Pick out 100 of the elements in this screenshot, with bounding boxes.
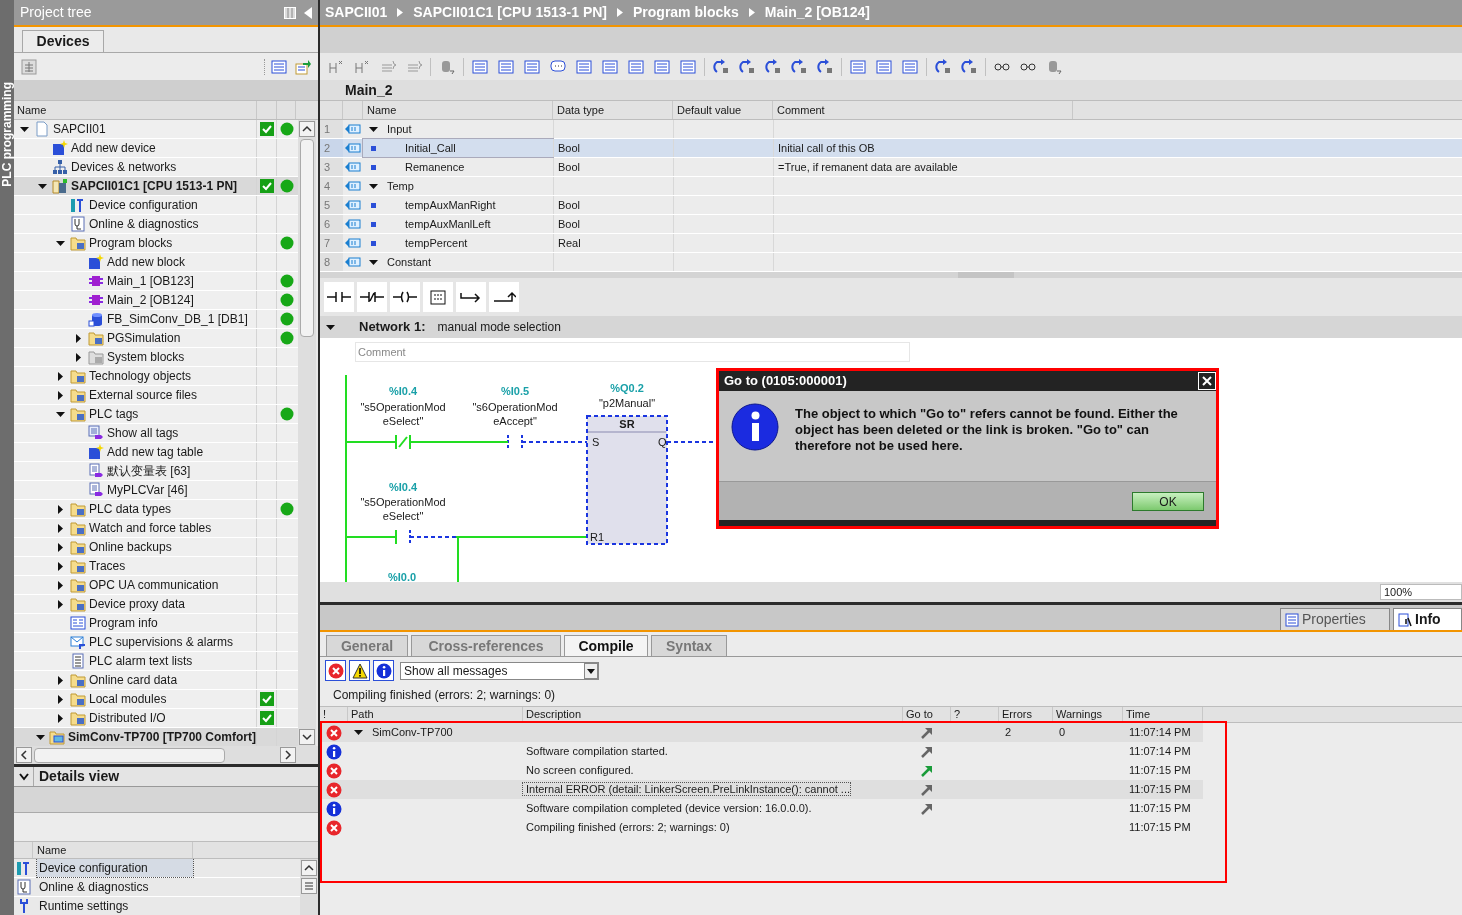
tree-row[interactable]: Device configuration bbox=[14, 196, 298, 215]
tree-row[interactable]: MyPLCVar [46] bbox=[14, 481, 298, 500]
network-title[interactable]: manual mode selection bbox=[437, 318, 561, 336]
expand-toggle[interactable] bbox=[19, 124, 29, 134]
tree-row[interactable]: Devices & networks bbox=[14, 158, 298, 177]
filter-button[interactable] bbox=[325, 660, 346, 681]
tree-row[interactable]: PLC data types bbox=[14, 500, 298, 519]
message-row[interactable]: SimConv-TP700 2 0 11:07:14 PM bbox=[320, 723, 1203, 742]
close-button[interactable] bbox=[1198, 372, 1216, 390]
expand-toggle[interactable] bbox=[55, 542, 65, 552]
table-row[interactable]: 3 Remanence Bool =True, if remanent data are available bbox=[320, 158, 1462, 177]
expand-toggle[interactable] bbox=[37, 181, 47, 191]
tree-row[interactable]: Online & diagnostics bbox=[14, 215, 298, 234]
table-row[interactable]: 6 tempAuxManlLeft Bool bbox=[320, 215, 1462, 234]
scrollbar[interactable] bbox=[300, 859, 318, 915]
expand-toggle[interactable] bbox=[55, 561, 65, 571]
tree-row[interactable]: Add new tag table bbox=[14, 443, 298, 462]
tree-row[interactable]: System blocks bbox=[14, 348, 298, 367]
message-row[interactable]: Software compilation started. 11:07:14 PM bbox=[320, 742, 1203, 761]
tree-row[interactable]: PLC alarm text lists bbox=[14, 652, 298, 671]
contact-symbol[interactable] bbox=[507, 434, 523, 450]
zoom-field[interactable]: 100% bbox=[1380, 584, 1462, 600]
tree-row[interactable]: FB_SimConv_DB_1 [DB1] bbox=[14, 310, 298, 329]
expand-toggle[interactable] bbox=[55, 599, 65, 609]
expand-toggle[interactable] bbox=[55, 504, 65, 514]
expand-toggle[interactable] bbox=[55, 713, 65, 723]
tree-row[interactable]: Watch and force tables bbox=[14, 519, 298, 538]
tree-row[interactable]: Online card data bbox=[14, 671, 298, 690]
tree-row[interactable]: OPC UA communication bbox=[14, 576, 298, 595]
expand-toggle[interactable] bbox=[73, 352, 83, 362]
expand-toggle[interactable] bbox=[55, 238, 65, 248]
tab[interactable]: Compile bbox=[564, 635, 648, 656]
goto-arrow-icon[interactable] bbox=[921, 783, 933, 796]
collapse-toggle[interactable] bbox=[325, 322, 335, 332]
tree-row[interactable]: Main_2 [OB124] bbox=[14, 291, 298, 310]
goto-arrow-icon[interactable] bbox=[921, 802, 933, 815]
tree-row[interactable]: Show all tags bbox=[14, 424, 298, 443]
expand-toggle[interactable] bbox=[55, 371, 65, 381]
goto-arrow-icon[interactable] bbox=[921, 745, 933, 758]
tree-row[interactable]: Add new block bbox=[14, 253, 298, 272]
tree-row[interactable]: Traces bbox=[14, 557, 298, 576]
inspector-tab[interactable]: Info bbox=[1393, 608, 1462, 630]
tree-row[interactable]: Distributed I/O bbox=[14, 709, 298, 728]
ladder-tool-button[interactable] bbox=[324, 282, 354, 312]
tree-row[interactable]: External source files bbox=[14, 386, 298, 405]
filter-button[interactable] bbox=[373, 660, 394, 681]
tree-row[interactable]: PGSimulation bbox=[14, 329, 298, 348]
table-row[interactable]: 4 Temp bbox=[320, 177, 1462, 196]
function-box[interactable] bbox=[586, 415, 668, 545]
ok-button[interactable]: OK bbox=[1132, 491, 1204, 511]
panel-tab[interactable]: Devices bbox=[22, 30, 104, 52]
tree-row[interactable]: Local modules bbox=[14, 690, 298, 709]
message-row[interactable]: Software compilation completed (device version: 16.0.0.0). 11:07:15 PM bbox=[320, 799, 1203, 818]
ladder-tool-button[interactable] bbox=[489, 282, 519, 312]
filter-button[interactable] bbox=[349, 660, 370, 681]
tree-row[interactable]: SAPCII01 bbox=[14, 120, 298, 139]
expand-toggle[interactable] bbox=[36, 732, 46, 742]
expand-toggle[interactable] bbox=[368, 181, 378, 191]
tree-row[interactable]: PLC tags bbox=[14, 405, 298, 424]
table-row[interactable]: 5 tempAuxManRight Bool bbox=[320, 196, 1462, 215]
contact-symbol[interactable] bbox=[395, 529, 411, 545]
ladder-tool-button[interactable] bbox=[390, 282, 420, 312]
expand-toggle[interactable] bbox=[55, 390, 65, 400]
tree-row[interactable]: Online backups bbox=[14, 538, 298, 557]
tree-row[interactable]: Program info bbox=[14, 614, 298, 633]
expand-toggle[interactable] bbox=[368, 124, 378, 134]
expand-toggle[interactable] bbox=[55, 694, 65, 704]
expand-toggle[interactable] bbox=[55, 580, 65, 590]
tree-row[interactable]: 默认变量表 [63] bbox=[14, 462, 298, 481]
tree-row[interactable]: Main_1 [OB123] bbox=[14, 272, 298, 291]
side-tab[interactable]: PLC programming bbox=[0, 82, 14, 187]
table-row[interactable]: 8 Constant bbox=[320, 253, 1462, 272]
expand-toggle[interactable] bbox=[55, 409, 65, 419]
message-filter-dropdown[interactable]: Show all messages bbox=[400, 661, 599, 680]
ladder-tool-button[interactable] bbox=[357, 282, 387, 312]
tree-row[interactable]: Technology objects bbox=[14, 367, 298, 386]
scrollbar[interactable] bbox=[14, 746, 318, 764]
expand-toggle[interactable] bbox=[55, 675, 65, 685]
table-row[interactable]: 1 Input bbox=[320, 120, 1462, 139]
comment-field[interactable]: Comment bbox=[355, 341, 910, 362]
expand-toggle[interactable] bbox=[55, 523, 65, 533]
expand-toggle[interactable] bbox=[353, 728, 363, 737]
goto-arrow-icon[interactable] bbox=[921, 726, 933, 739]
table-row[interactable]: 2 Initial_Call Bool Initial call of this OB bbox=[320, 139, 1462, 158]
ladder-tool-button[interactable] bbox=[456, 282, 486, 312]
tree-row[interactable]: PLC supervisions & alarms bbox=[14, 633, 298, 652]
list-row[interactable]: Device configuration bbox=[14, 859, 300, 878]
expand-toggle[interactable] bbox=[368, 257, 378, 267]
tree-row[interactable]: Program blocks bbox=[14, 234, 298, 253]
list-row[interactable]: Online & diagnostics bbox=[14, 878, 300, 897]
goto-arrow-icon[interactable] bbox=[921, 764, 933, 777]
scrollbar[interactable] bbox=[298, 120, 316, 746]
table-row[interactable]: 7 tempPercent Real bbox=[320, 234, 1462, 253]
scroll-thumb[interactable] bbox=[34, 747, 225, 763]
tree-row[interactable]: SAPCII01C1 [CPU 1513-1 PN] bbox=[14, 177, 298, 196]
inspector-tab[interactable]: Properties bbox=[1280, 608, 1390, 630]
expand-toggle[interactable] bbox=[73, 333, 83, 343]
tree-row[interactable]: Add new device bbox=[14, 139, 298, 158]
tree-row[interactable]: Device proxy data bbox=[14, 595, 298, 614]
message-row[interactable]: No screen configured. 11:07:15 PM bbox=[320, 761, 1203, 780]
